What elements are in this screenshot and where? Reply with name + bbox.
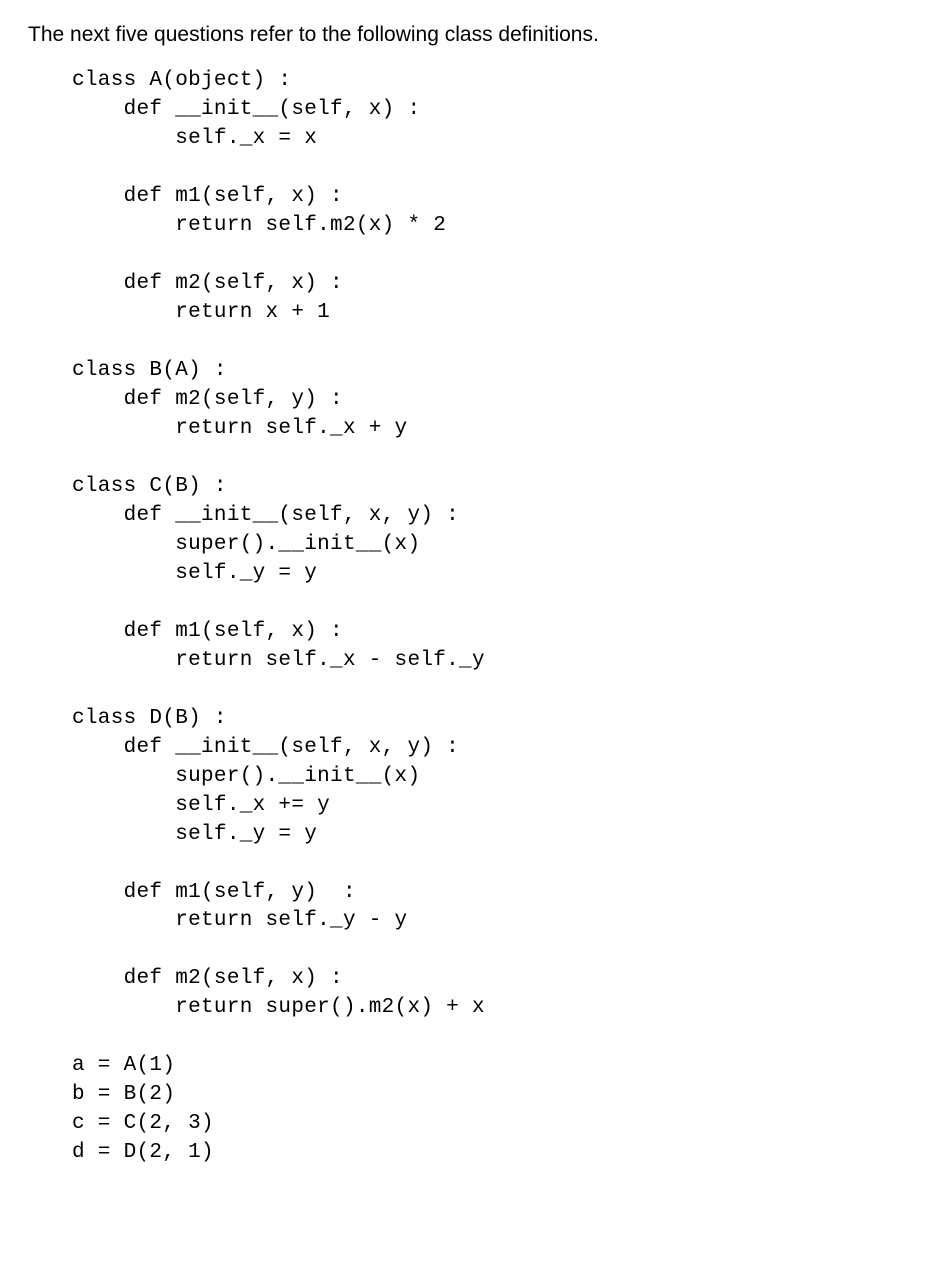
intro-text: The next five questions refer to the fol…: [28, 20, 900, 49]
code-block: class A(object) : def __init__(self, x) …: [28, 67, 900, 1168]
